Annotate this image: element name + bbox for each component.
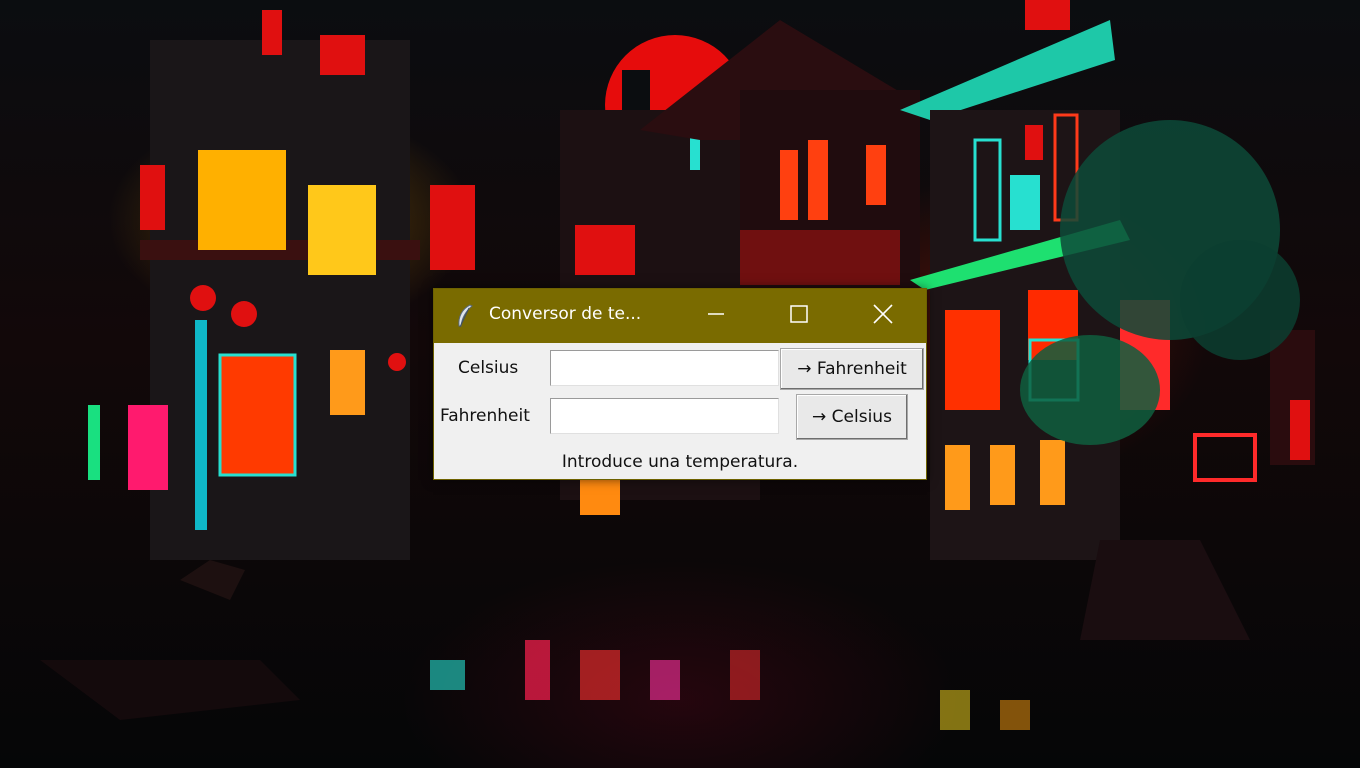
celsius-label: Celsius [458, 358, 519, 378]
to-celsius-button[interactable]: → Celsius [796, 394, 908, 440]
maximize-icon [789, 304, 809, 328]
close-button[interactable] [841, 289, 925, 343]
status-message: Introduce una temperatura. [561, 452, 799, 472]
window-title: Conversor de te... [489, 304, 642, 324]
converter-window: Conversor de te... Celsius → Fahrenheit … [433, 288, 927, 480]
window-content: Celsius → Fahrenheit Fahrenheit → Celsiu… [434, 343, 926, 479]
maximize-button[interactable] [757, 289, 841, 343]
close-icon [872, 303, 894, 329]
celsius-input[interactable] [550, 350, 779, 386]
feather-icon [454, 303, 476, 329]
minimize-button[interactable] [674, 289, 758, 343]
fahrenheit-input[interactable] [550, 398, 779, 434]
minimize-icon [706, 304, 726, 328]
to-fahrenheit-button[interactable]: → Fahrenheit [780, 348, 924, 390]
fahrenheit-label: Fahrenheit [440, 406, 530, 426]
title-bar[interactable]: Conversor de te... [434, 289, 926, 343]
